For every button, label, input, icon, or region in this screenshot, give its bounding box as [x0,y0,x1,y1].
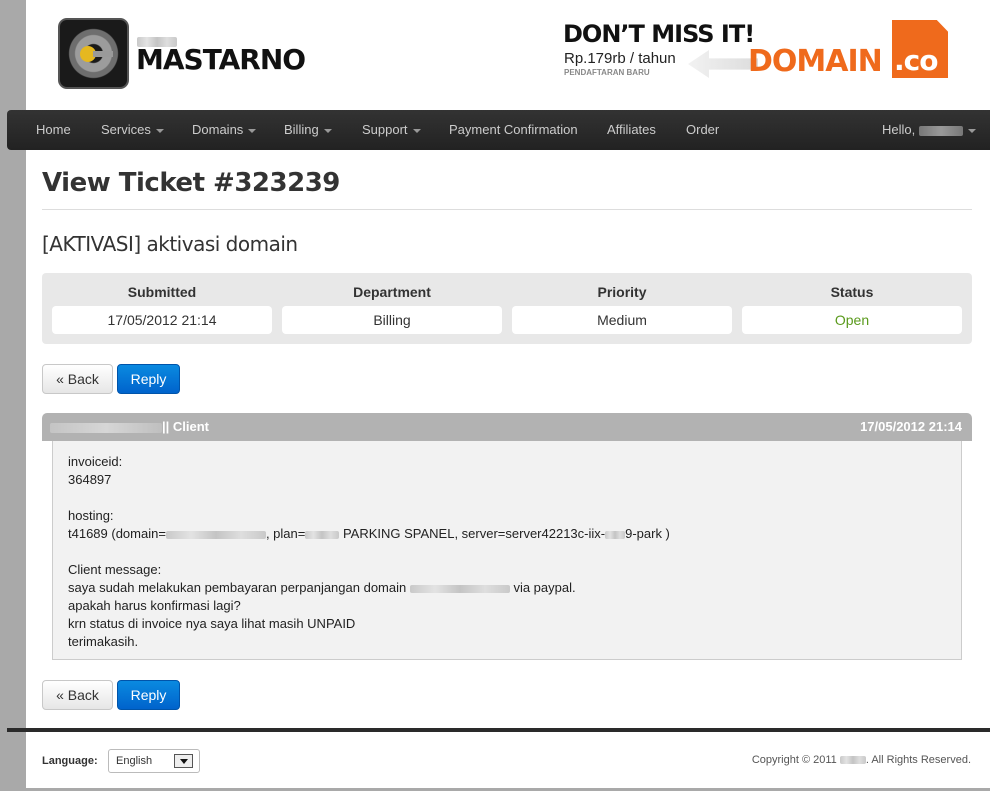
info-submitted: Submitted 17/05/2012 21:14 [52,273,272,344]
language-label: Language: [42,755,98,767]
nav-payment-confirmation[interactable]: Payment Confirmation [449,110,578,150]
company-redacted [839,756,866,765]
nav-order[interactable]: Order [686,110,719,150]
info-priority: Priority Medium [512,273,732,344]
message-date: 17/05/2012 21:14 [860,419,962,434]
username-redacted [918,125,963,136]
nav-user-menu[interactable]: Hello, [882,110,976,150]
back-button[interactable]: « Back [42,364,113,394]
logo-icon[interactable] [58,18,129,89]
nav-affiliates[interactable]: Affiliates [607,110,656,150]
message-body: invoiceid: 364897 hosting: t41689 (domai… [52,441,962,660]
status-badge: Open [742,306,962,334]
page-title: View Ticket #323239 [42,168,340,198]
info-status: Status Open [742,273,962,344]
info-department: Department Billing [282,273,502,344]
ad-tld-text: .co [894,44,938,77]
reply-button[interactable]: Reply [117,680,180,710]
dropdown-arrow-icon[interactable] [174,754,193,768]
back-button[interactable]: « Back [42,680,113,710]
domain-redacted [409,584,510,593]
ad-banner[interactable]: DON’T MISS IT! Rp.179rb / tahun PENDAFTA… [558,20,956,82]
language-select[interactable]: English [108,749,200,773]
caret-down-icon [967,128,976,133]
caret-down-icon [323,128,332,133]
divider [42,209,972,210]
nav-home[interactable]: Home [36,110,71,150]
ad-price: Rp.179rb / tahun [564,50,676,67]
reply-button[interactable]: Reply [117,364,180,394]
nav-domains[interactable]: Domains [192,110,257,150]
ad-domain-text: DOMAIN [748,44,883,79]
footer-divider [7,728,990,732]
message-author-role: || Client [162,419,209,434]
caret-down-icon [155,128,164,133]
caret-down-icon [412,128,421,133]
domain-redacted [165,530,266,539]
ticket-info-panel: Submitted 17/05/2012 21:14 Department Bi… [42,273,972,344]
nav-support[interactable]: Support [362,110,421,150]
message-header: || Client 17/05/2012 21:14 [42,413,972,441]
plan-redacted [305,530,340,539]
caret-down-icon [248,128,257,133]
main-navbar: Home Services Domains Billing Support Pa… [7,110,990,150]
nav-billing[interactable]: Billing [284,110,332,150]
ticket-subject: [AKTIVASI] aktivasi domain [42,232,298,256]
ad-subtitle: PENDAFTARAN BARU [564,68,650,77]
server-redacted [605,530,626,539]
brand-name[interactable]: MASTARNO [136,43,306,76]
ad-tld-badge: .co [892,20,948,78]
ad-headline: DON’T MISS IT! [563,20,755,48]
copyright-text: Copyright © 2011 . All Rights Reserved. [751,754,971,766]
author-name-redacted [50,422,162,433]
nav-services[interactable]: Services [101,110,164,150]
